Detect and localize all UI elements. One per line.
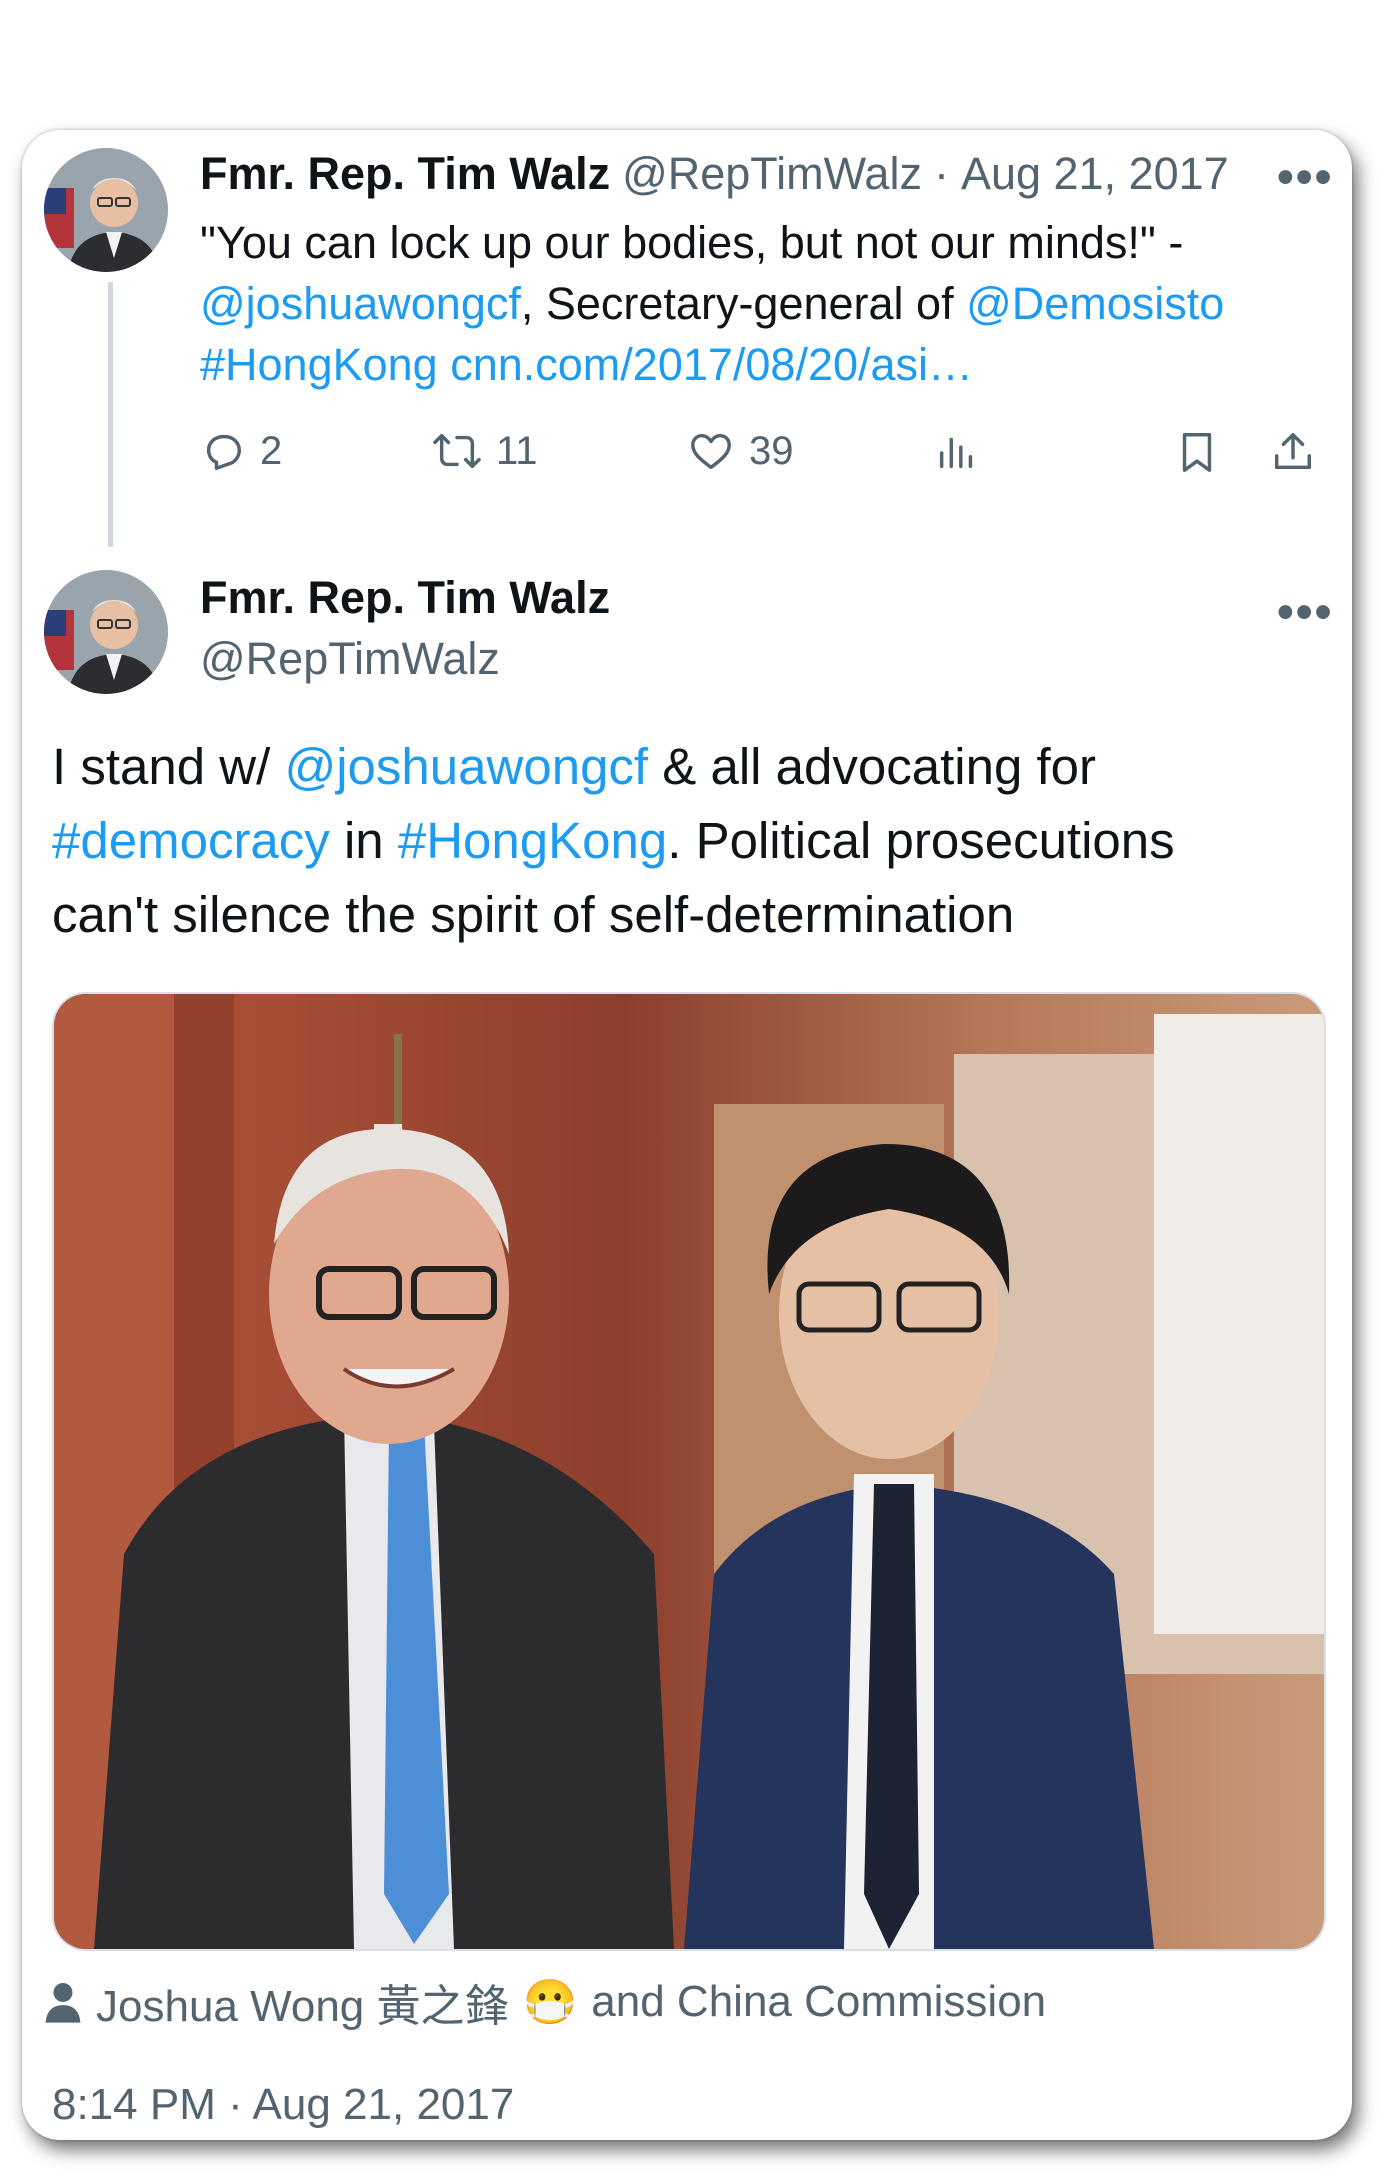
hashtag-link[interactable]: #HongKong xyxy=(398,812,667,869)
reply-text-line2: @joshuawongcf, Secretary-general of @Dem… xyxy=(200,273,1224,334)
hashtag-link[interactable]: #HongKong xyxy=(200,339,438,390)
tweet-card: Fmr. Rep. Tim Walz @RepTimWalz · Aug 21,… xyxy=(22,130,1352,2140)
mention-link[interactable]: @joshuawongcf xyxy=(200,278,521,329)
author-name[interactable]: Fmr. Rep. Tim Walz xyxy=(200,148,610,200)
reply-icon xyxy=(206,434,242,470)
main-tweet-text: I stand w/ @joshuawongcf & all advocatin… xyxy=(52,730,1175,952)
text-fragment: in xyxy=(329,812,398,869)
reply-header: Fmr. Rep. Tim Walz @RepTimWalz · Aug 21,… xyxy=(200,148,1229,200)
bookmark-icon xyxy=(1182,433,1212,472)
repost-icon xyxy=(433,433,481,469)
mask-emoji-icon: 😷 xyxy=(522,1978,578,2027)
more-icon: ••• xyxy=(1277,586,1334,639)
thread-line xyxy=(108,282,113,547)
avatar-main-author[interactable] xyxy=(44,570,168,694)
reply-button[interactable]: 2 xyxy=(200,428,282,474)
reply-text-line3: #HongKong cnn.com/2017/08/20/asi… xyxy=(200,334,1224,395)
share-button[interactable] xyxy=(1270,428,1316,476)
avatar-reply-author[interactable] xyxy=(44,148,168,272)
tagged-user-name[interactable]: Joshua Wong 黃之鋒 xyxy=(96,1970,508,2034)
main-text-line1: I stand w/ @joshuawongcf & all advocatin… xyxy=(52,730,1175,804)
more-options-button[interactable]: ••• xyxy=(1277,585,1333,640)
reply-text-fragment: , Secretary-general of xyxy=(520,278,967,329)
author-handle[interactable]: @RepTimWalz xyxy=(622,148,922,200)
author-handle[interactable]: @RepTimWalz xyxy=(200,633,500,685)
tagged-users[interactable]: Joshua Wong 黃之鋒 😷 and China Commission xyxy=(44,1970,1046,2034)
hashtag-link[interactable]: #democracy xyxy=(52,812,330,869)
bookmark-button[interactable] xyxy=(1174,428,1220,476)
tweet-date[interactable]: Aug 21, 2017 xyxy=(961,148,1229,200)
more-icon: ••• xyxy=(1277,151,1334,204)
main-text-line2: #democracy in #HongKong. Political prose… xyxy=(52,804,1175,878)
mention-link[interactable]: @Demosisto xyxy=(966,278,1224,329)
tagged-users-rest[interactable]: and China Commission xyxy=(591,1977,1046,2027)
main-text-line3: can't silence the spirit of self-determi… xyxy=(52,886,1015,943)
mention-link[interactable]: @joshuawongcf xyxy=(284,738,648,795)
views-icon xyxy=(939,437,973,469)
repost-count: 11 xyxy=(496,428,538,473)
tweet-photo[interactable] xyxy=(52,992,1326,1951)
tweet-timestamp[interactable]: 8:14 PM · Aug 21, 2017 xyxy=(52,2080,514,2130)
repost-button[interactable]: 11 xyxy=(432,428,538,474)
more-options-button[interactable]: ••• xyxy=(1277,150,1333,205)
views-button[interactable] xyxy=(934,428,980,474)
reply-count: 2 xyxy=(260,428,283,473)
like-button[interactable]: 39 xyxy=(687,428,794,474)
like-count: 39 xyxy=(749,428,794,473)
like-icon xyxy=(691,433,731,470)
person-icon xyxy=(45,1983,81,2023)
text-fragment: . Political prosecutions xyxy=(667,812,1175,869)
reply-text: "You can lock up our bodies, but not our… xyxy=(200,212,1224,395)
reply-text-line1: "You can lock up our bodies, but not our… xyxy=(200,217,1184,268)
author-name[interactable]: Fmr. Rep. Tim Walz xyxy=(200,572,610,624)
separator-dot: · xyxy=(933,148,949,199)
share-icon xyxy=(1274,433,1312,470)
url-link[interactable]: cnn.com/2017/08/20/asi… xyxy=(450,339,973,390)
text-fragment: I stand w/ xyxy=(52,738,285,795)
text-fragment: & all advocating for xyxy=(648,738,1097,795)
